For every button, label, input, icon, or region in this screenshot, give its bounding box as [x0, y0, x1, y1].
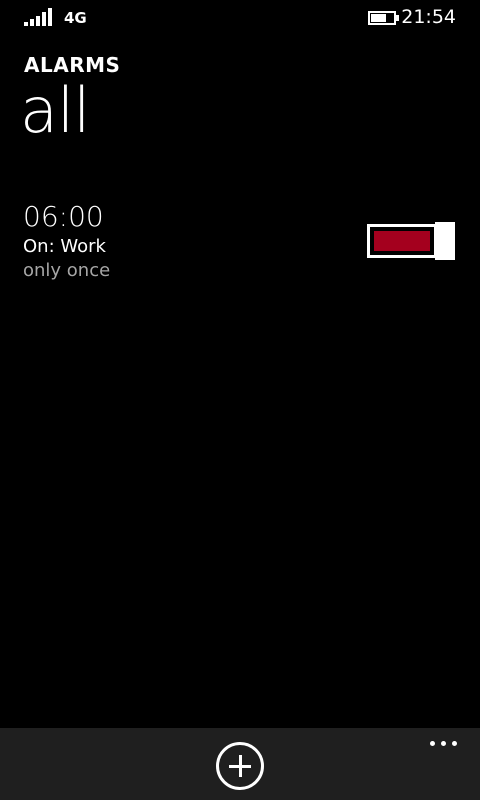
alarm-item[interactable]: 06:00 On: Work only once: [0, 196, 480, 288]
toggle-track: [367, 224, 437, 258]
alarms-screen: 4G 21:54 ALARMS all 06:00 On: Work only …: [0, 0, 480, 800]
app-bar: [0, 728, 480, 800]
network-type: 4G: [64, 9, 87, 27]
status-clock: 21:54: [401, 6, 456, 28]
alarm-toggle-switch[interactable]: [367, 222, 457, 260]
pivot-title[interactable]: all: [20, 80, 90, 142]
alarm-name: On: Work: [23, 236, 106, 257]
toggle-knob[interactable]: [435, 222, 455, 260]
status-bar: 4G 21:54: [0, 0, 480, 36]
alarm-repeat: only once: [23, 260, 111, 281]
more-options-button[interactable]: [424, 736, 464, 752]
alarm-time: 06:00: [23, 200, 104, 233]
signal-bars-icon: [24, 8, 54, 26]
battery-icon: [368, 11, 400, 25]
more-ellipsis-icon: [430, 741, 435, 746]
add-alarm-button[interactable]: [216, 742, 264, 790]
